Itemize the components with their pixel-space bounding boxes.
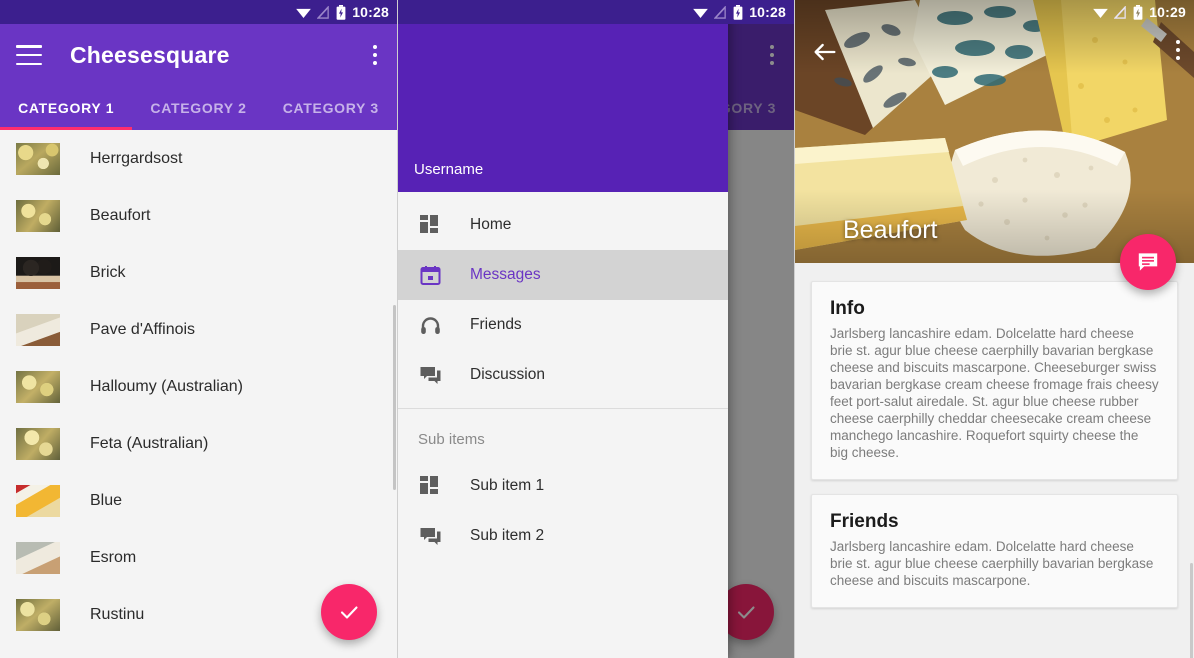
list-item-label: Halloumy (Australian) — [90, 377, 243, 395]
list-item-label: Beaufort — [90, 206, 151, 224]
message-icon — [1138, 253, 1158, 271]
signal-off-icon — [1114, 5, 1126, 19]
detail-content[interactable]: Info Jarlsberg lancashire edam. Dolcelat… — [795, 263, 1194, 658]
panel-list-screen: 10:28 Cheesesquare CATEGORY 1 CATEGORY 2… — [0, 0, 398, 658]
list-item-label: Brick — [90, 263, 126, 281]
list-item[interactable]: Halloumy (Australian) — [0, 358, 397, 415]
card-text: Jarlsberg lancashire edam. Dolcelatte ha… — [830, 326, 1159, 460]
page-title: Cheesesquare — [70, 41, 230, 68]
card-title: Friends — [830, 511, 899, 532]
cheese-thumbnail-icon — [16, 142, 60, 175]
tab-category-1[interactable]: CATEGORY 1 — [0, 100, 132, 116]
cheese-thumbnail-icon — [16, 370, 60, 403]
floating-action-button[interactable] — [321, 584, 377, 640]
cheese-list[interactable]: Herrgardsost Beaufort Brick Pave d'Affin… — [0, 130, 397, 658]
drawer-username: Username — [414, 161, 484, 178]
cheese-thumbnail-icon — [16, 484, 60, 517]
friends-card: Friends Jarlsberg lancashire edam. Dolce… — [811, 494, 1178, 608]
detail-hero: Beaufort — [795, 0, 1194, 263]
cheese-thumbnail-icon — [16, 427, 60, 460]
card-title: Info — [830, 298, 865, 319]
info-card: Info Jarlsberg lancashire edam. Dolcelat… — [811, 281, 1178, 480]
drawer-menu: Home Messages Friends Discussion Sub ite… — [398, 192, 728, 658]
drawer-item-discussion[interactable]: Discussion — [398, 350, 728, 400]
list-item-label: Blue — [90, 491, 123, 509]
headset-icon — [418, 313, 442, 337]
list-item-label: Rustinu — [90, 605, 145, 623]
battery-charging-icon — [1133, 4, 1143, 20]
drawer-header: Username — [398, 0, 728, 192]
drawer-item-label: Friends — [470, 316, 522, 333]
battery-charging-icon — [336, 4, 346, 20]
signal-off-icon — [317, 5, 329, 19]
detail-scrollbar[interactable] — [1190, 563, 1193, 658]
cheese-thumbnail-icon — [16, 256, 60, 289]
overflow-menu-icon[interactable] — [1176, 40, 1180, 60]
list-item[interactable]: Brick — [0, 244, 397, 301]
drawer-divider — [398, 408, 728, 409]
overflow-menu-icon[interactable] — [369, 39, 381, 71]
list-item[interactable]: Esrom — [0, 529, 397, 586]
status-bar-time: 10:28 — [749, 4, 786, 20]
dashboard-icon — [418, 474, 442, 498]
tab-bar: CATEGORY 1 CATEGORY 2 CATEGORY 3 — [0, 86, 397, 130]
drawer-sub-item-1[interactable]: Sub item 1 — [398, 461, 728, 511]
tab-category-3[interactable]: CATEGORY 3 — [265, 100, 397, 116]
tab-indicator — [0, 127, 133, 130]
list-item[interactable]: Blue — [0, 472, 397, 529]
drawer-sub-item-2[interactable]: Sub item 2 — [398, 511, 728, 561]
status-bar-middle: 10:28 — [398, 0, 794, 24]
drawer-item-home[interactable]: Home — [398, 200, 728, 250]
drawer-item-messages[interactable]: Messages — [398, 250, 728, 300]
status-bar-left: 10:28 — [0, 0, 397, 24]
wifi-icon — [296, 8, 312, 18]
list-item-label: Herrgardsost — [90, 149, 183, 167]
drawer-item-label: Home — [470, 216, 512, 233]
dashboard-icon — [418, 213, 442, 237]
drawer-item-label: Sub item 1 — [470, 477, 545, 494]
cheese-thumbnail-icon — [16, 199, 60, 232]
status-bar-time: 10:29 — [1149, 4, 1186, 20]
calendar-event-icon — [418, 263, 442, 287]
three-panel-screenshot: 10:28 Cheesesquare CATEGORY 1 CATEGORY 2… — [0, 0, 1194, 658]
drawer-item-label: Sub item 2 — [470, 527, 545, 544]
list-item[interactable]: Pave d'Affinois — [0, 301, 397, 358]
forum-icon — [418, 363, 442, 387]
wifi-icon — [1093, 8, 1109, 18]
check-icon — [340, 606, 358, 619]
panel-detail-screen: Beaufort 10:29 Info Jarlsberg lancashire… — [795, 0, 1194, 658]
drawer-item-label: Messages — [470, 266, 541, 283]
back-arrow-icon[interactable] — [811, 38, 839, 66]
cheese-thumbnail-icon — [16, 598, 60, 631]
drawer-item-friends[interactable]: Friends — [398, 300, 728, 350]
hamburger-menu-icon[interactable] — [16, 45, 42, 65]
forum-icon — [418, 524, 442, 548]
app-bar: Cheesesquare — [0, 24, 397, 86]
status-bar-time: 10:28 — [352, 4, 389, 20]
wifi-icon — [693, 8, 709, 18]
navigation-drawer: Username Home Messages Friends Discussio… — [398, 0, 728, 658]
cheese-thumbnail-icon — [16, 313, 60, 346]
list-item-label: Pave d'Affinois — [90, 320, 196, 338]
drawer-subheader: Sub items — [418, 430, 485, 448]
list-item[interactable]: Beaufort — [0, 187, 397, 244]
list-item[interactable]: Herrgardsost — [0, 130, 397, 187]
tab-category-2[interactable]: CATEGORY 2 — [132, 100, 264, 116]
list-item-label: Esrom — [90, 548, 137, 566]
status-bar-right: 10:29 — [795, 0, 1194, 24]
drawer-item-label: Discussion — [470, 366, 545, 383]
battery-charging-icon — [733, 4, 743, 20]
list-item-label: Feta (Australian) — [90, 434, 209, 452]
panel-drawer-screen: 10:28 Cheesesquare CATEGORY 1 CATEGORY 2… — [398, 0, 795, 658]
cheese-thumbnail-icon — [16, 541, 60, 574]
signal-off-icon — [714, 5, 726, 19]
floating-action-button[interactable] — [1120, 234, 1176, 290]
list-scrollbar[interactable] — [393, 305, 396, 490]
detail-title: Beaufort — [843, 216, 938, 244]
card-text: Jarlsberg lancashire edam. Dolcelatte ha… — [830, 539, 1154, 588]
list-item[interactable]: Feta (Australian) — [0, 415, 397, 472]
